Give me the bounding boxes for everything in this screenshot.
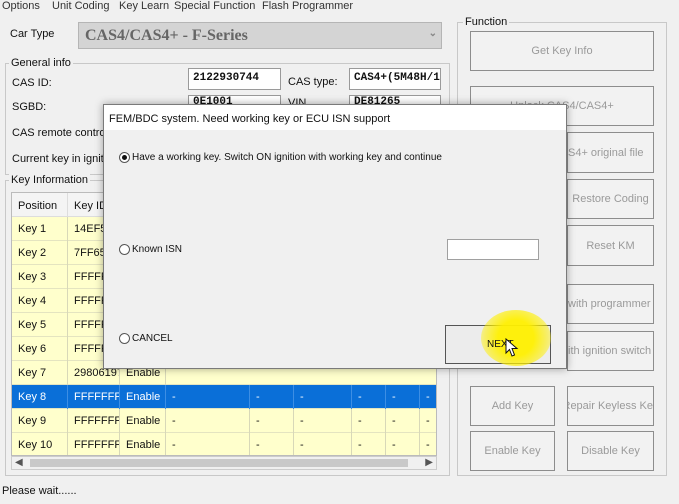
row-cell: - <box>166 433 250 455</box>
row-status: Enable <box>120 433 166 455</box>
table-row-selected[interactable]: Key 8 FFFFFFFF Enable - - - - - - <box>12 385 436 409</box>
row-position: Key 3 <box>12 265 68 289</box>
row-position: Key 8 <box>12 385 68 409</box>
get-key-info-button[interactable]: Get Key Info <box>470 31 654 71</box>
car-type-select[interactable]: CAS4/CAS4+ - F-Series ⌄ <box>78 22 442 49</box>
row-status: Enable <box>120 409 166 433</box>
row-cell: - <box>250 409 294 433</box>
row-cell: - <box>420 433 436 455</box>
horizontal-scrollbar[interactable]: ◀ ▶ <box>11 456 437 470</box>
current-key-label: Current key in ignit <box>12 153 104 165</box>
sgbd-label: SGBD: <box>12 101 47 113</box>
row-position: Key 1 <box>12 217 68 241</box>
cas-type-label: CAS type: <box>288 76 338 88</box>
cas-id-label: CAS ID: <box>12 77 52 89</box>
radio-working-key[interactable] <box>119 152 130 163</box>
row-key-id: FFFFFFFF <box>68 385 120 409</box>
with-programmer-button[interactable]: with programmer <box>567 284 654 324</box>
scroll-right-icon[interactable]: ▶ <box>425 457 433 468</box>
general-info-title: General info <box>9 57 73 69</box>
car-type-value: CAS4/CAS4+ - F-Series <box>85 27 248 44</box>
radio-known-isn[interactable] <box>119 244 130 255</box>
restore-coding-button[interactable]: Restore Coding <box>567 179 654 219</box>
row-position: Key 10 <box>12 433 68 455</box>
radio-cancel-label[interactable]: CANCEL <box>132 333 173 344</box>
row-key-id: FFFFFFFF <box>68 433 120 455</box>
column-header-position[interactable]: Position <box>12 193 68 217</box>
radio-known-isn-label[interactable]: Known ISN <box>132 244 182 255</box>
row-cell: - <box>294 385 352 409</box>
row-status: Enable <box>120 385 166 409</box>
row-key-id: FFFFFFFF <box>68 409 120 433</box>
row-cell: - <box>420 409 436 433</box>
row-cell: - <box>250 385 294 409</box>
row-cell: - <box>294 433 352 455</box>
table-row[interactable]: Key 9 FFFFFFFF Enable - - - - - - <box>12 409 436 433</box>
disable-key-button[interactable]: Disable Key <box>567 431 654 471</box>
row-position: Key 4 <box>12 289 68 313</box>
cas-id-value: 2122930744 <box>188 68 281 90</box>
row-cell: - <box>386 409 420 433</box>
add-key-button[interactable]: Add Key <box>470 386 555 426</box>
menu-options[interactable]: Options <box>2 0 40 12</box>
isn-input[interactable] <box>447 239 539 260</box>
mouse-cursor-icon <box>505 338 519 357</box>
row-cell: - <box>386 433 420 455</box>
status-text: Please wait...... <box>2 485 77 497</box>
row-position: Key 7 <box>12 361 68 385</box>
chevron-down-icon: ⌄ <box>428 28 437 39</box>
menu-special-function[interactable]: Special Function <box>174 0 255 12</box>
row-cell: - <box>294 409 352 433</box>
repair-keyless-key-button[interactable]: Repair Keyless Key <box>567 386 654 426</box>
reset-km-button[interactable]: Reset KM <box>567 225 654 266</box>
table-row[interactable]: Key 10 FFFFFFFF Enable - - - - - - <box>12 433 436 455</box>
scrollbar-thumb[interactable] <box>30 459 408 467</box>
row-cell: - <box>250 433 294 455</box>
row-cell: - <box>352 409 386 433</box>
enable-key-button[interactable]: Enable Key <box>470 431 555 471</box>
with-ignition-switch-button[interactable]: ith ignition switch <box>567 331 654 371</box>
function-title: Function <box>463 16 510 28</box>
menu-bar: Options Unit Coding Key Learn Special Fu… <box>0 0 679 14</box>
row-cell: - <box>420 385 436 409</box>
row-position: Key 2 <box>12 241 68 265</box>
row-position: Key 5 <box>12 313 68 337</box>
key-info-title: Key Information <box>9 174 91 186</box>
menu-key-learn[interactable]: Key Learn <box>119 0 169 12</box>
cas-type-value: CAS4+(5M48H/1 <box>349 68 441 90</box>
menu-flash-programmer[interactable]: Flash Programmer <box>262 0 353 12</box>
row-cell: - <box>352 433 386 455</box>
row-cell: - <box>166 409 250 433</box>
row-cell: - <box>386 385 420 409</box>
scroll-left-icon[interactable]: ◀ <box>15 457 23 468</box>
row-position: Key 6 <box>12 337 68 361</box>
dialog-title: FEM/BDC system. Need working key or ECU … <box>109 113 391 125</box>
status-bar: Please wait...... <box>0 482 679 504</box>
original-file-button[interactable]: S4+ original file <box>567 132 654 173</box>
radio-working-key-label[interactable]: Have a working key. Switch ON ignition w… <box>132 152 442 163</box>
row-position: Key 9 <box>12 409 68 433</box>
cas-remote-label: CAS remote contro <box>12 127 106 139</box>
row-cell: - <box>352 385 386 409</box>
car-type-label: Car Type <box>10 28 55 40</box>
radio-cancel[interactable] <box>119 333 130 344</box>
menu-unit-coding[interactable]: Unit Coding <box>52 0 109 12</box>
row-cell: - <box>166 385 250 409</box>
